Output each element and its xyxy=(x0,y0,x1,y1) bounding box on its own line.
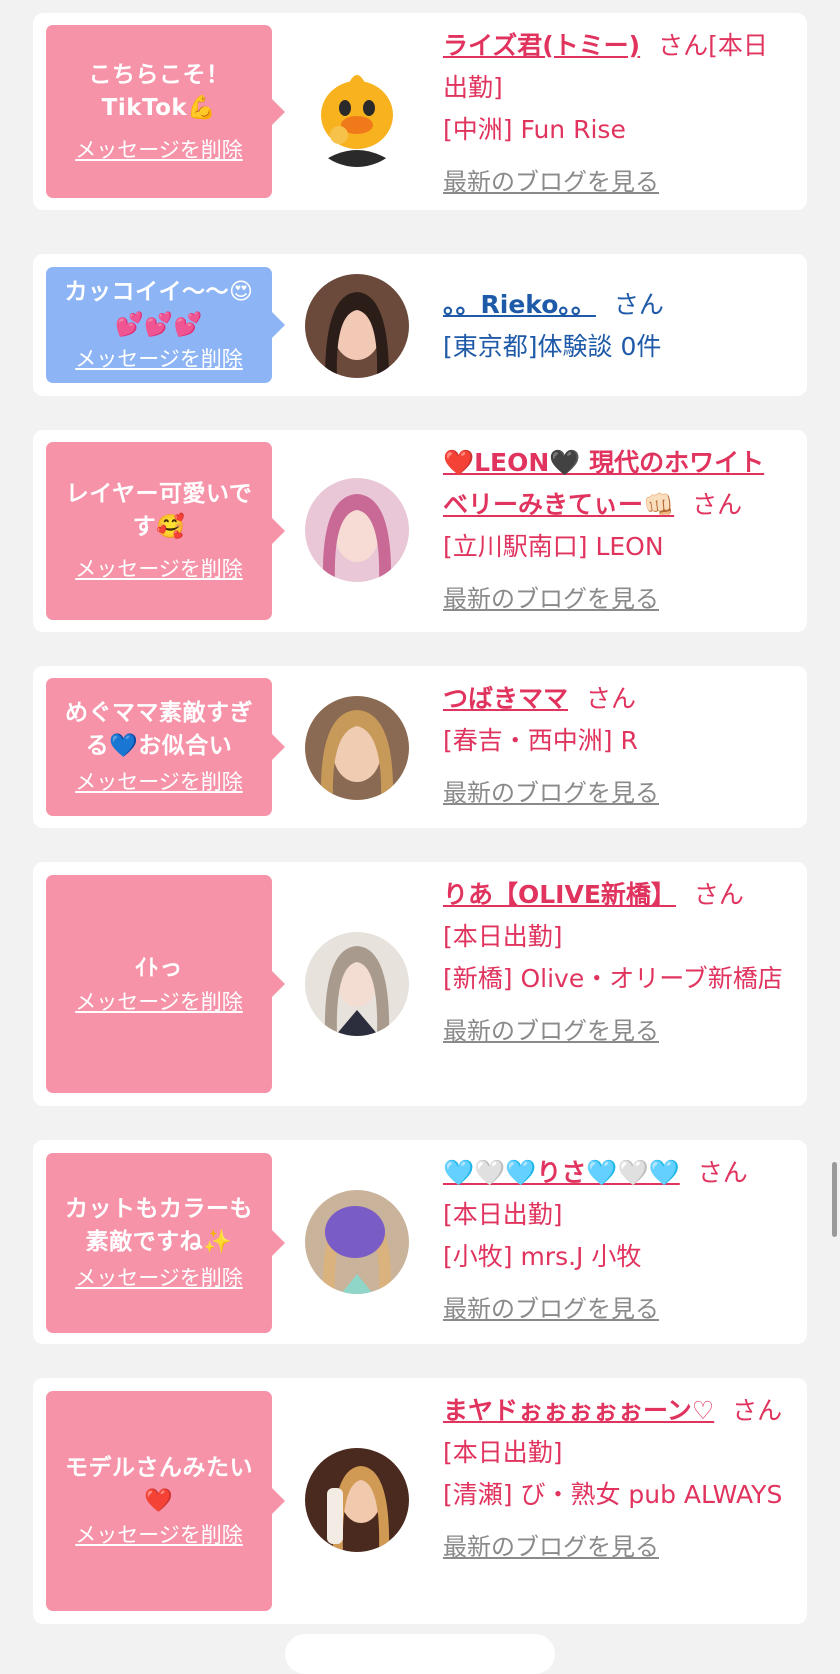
honorific: さん xyxy=(732,1396,783,1425)
user-name-link[interactable]: りあ【OLIVE新橋】 xyxy=(443,880,676,909)
honorific: さん xyxy=(613,290,664,319)
honorific: さん xyxy=(692,490,743,519)
message-bubble: めぐママ素敵すぎる💙お似合い メッセージを削除 xyxy=(46,678,285,816)
latest-blog-link[interactable]: 最新のブログを見る xyxy=(443,161,788,203)
delete-message-link[interactable]: メッセージを削除 xyxy=(75,767,243,797)
user-info: つばきママ さん [春吉・西中洲] R 最新のブログを見る xyxy=(443,678,788,814)
shop-info: [中洲] Fun Rise xyxy=(443,115,626,144)
user-name-link[interactable]: 。。Rieko。。 xyxy=(443,290,596,319)
delete-message-link[interactable]: メッセージを削除 xyxy=(75,135,243,165)
profile-photo-icon xyxy=(305,1448,409,1552)
user-info: りあ【OLIVE新橋】 さん [本日出勤] [新橋] Olive・オリーブ新橋店 … xyxy=(443,874,788,1052)
message-bubble: カットもカラーも素敵ですね✨ メッセージを削除 xyxy=(46,1153,285,1333)
user-info: まヤドぉぉぉぉぉーン♡ さん [本日出勤] [清瀬] び・熟女 pub ALWAYS… xyxy=(443,1390,788,1568)
latest-blog-link[interactable]: 最新のブログを見る xyxy=(443,1010,788,1052)
user-name-link[interactable]: つばきママ xyxy=(443,684,568,713)
shop-status: [本日出勤] xyxy=(443,1200,563,1229)
avatar[interactable] xyxy=(305,478,409,582)
user-info: 🩵🤍🩵りさ🩵🤍🩵 さん [本日出勤] [小牧] mrs.J 小牧 最新のブログを見… xyxy=(443,1152,788,1330)
latest-blog-link[interactable]: 最新のブログを見る xyxy=(443,578,788,620)
honorific: さん xyxy=(697,1158,748,1187)
avatar[interactable] xyxy=(305,1190,409,1294)
message-text: カッコイイ〜〜😍💕💕💕 xyxy=(64,279,254,338)
message-bubble: カッコイイ〜〜😍💕💕💕 メッセージを削除 xyxy=(46,267,285,383)
message-bubble: モデルさんみたい❤️ メッセージを削除 xyxy=(46,1391,285,1611)
profile-photo-icon xyxy=(305,1190,409,1294)
honorific: さん xyxy=(693,880,744,909)
user-name-link[interactable]: 🩵🤍🩵りさ🩵🤍🩵 xyxy=(443,1158,680,1187)
avatar[interactable] xyxy=(305,696,409,800)
latest-blog-link[interactable]: 最新のブログを見る xyxy=(443,772,788,814)
profile-photo-icon xyxy=(305,274,409,378)
profile-photo-icon xyxy=(305,932,409,1036)
message-text: ｲﾄっ xyxy=(135,954,183,981)
user-info: ライズ君(トミー) さん[本日出勤] [中洲] Fun Rise 最新のブログを見… xyxy=(443,25,788,203)
bottom-floating-button[interactable] xyxy=(285,1634,555,1674)
duck-mascot-icon xyxy=(305,63,409,167)
user-info: ❤️LEON🖤 現代のホワイトベリーみきてぃー👊🏻 さん [立川駅南口] LEON… xyxy=(443,442,788,620)
shop-info: [小牧] mrs.J 小牧 xyxy=(443,1242,642,1271)
delete-message-link[interactable]: メッセージを削除 xyxy=(75,344,243,374)
shop-info: [新橋] Olive・オリーブ新橋店 xyxy=(443,964,783,993)
delete-message-link[interactable]: メッセージを削除 xyxy=(75,1263,243,1293)
message-bubble: こちらこそ！TikTok💪 メッセージを削除 xyxy=(46,25,285,198)
avatar[interactable] xyxy=(305,1448,409,1552)
message-text: こちらこそ！TikTok💪 xyxy=(88,61,230,121)
shop-info: [清瀬] び・熟女 pub ALWAYS xyxy=(443,1480,783,1509)
scrollbar[interactable] xyxy=(832,1162,837,1237)
message-card: カットもカラーも素敵ですね✨ メッセージを削除 🩵🤍🩵りさ🩵🤍🩵 さん [本日出勤… xyxy=(33,1140,807,1344)
delete-message-link[interactable]: メッセージを削除 xyxy=(75,987,243,1017)
user-name-link[interactable]: まヤドぉぉぉぉぉーン♡ xyxy=(443,1396,714,1425)
message-bubble: レイヤー可愛いです🥰 メッセージを削除 xyxy=(46,442,285,620)
profile-photo-icon xyxy=(305,696,409,800)
message-text: モデルさんみたい❤️ xyxy=(65,1455,253,1514)
message-card: カッコイイ〜〜😍💕💕💕 メッセージを削除 。。Rieko。。 さん [東京都]体験… xyxy=(33,254,807,396)
message-card: めぐママ素敵すぎる💙お似合い メッセージを削除 つばきママ さん [春吉・西中洲]… xyxy=(33,666,807,828)
message-bubble: ｲﾄっ メッセージを削除 xyxy=(46,875,285,1093)
message-card: レイヤー可愛いです🥰 メッセージを削除 ❤️LEON🖤 現代のホワイトベリーみき… xyxy=(33,430,807,632)
profile-photo-icon xyxy=(305,478,409,582)
shop-info: [春吉・西中洲] R xyxy=(443,726,638,755)
honorific: さん xyxy=(586,684,637,713)
message-text: レイヤー可愛いです🥰 xyxy=(65,481,253,540)
avatar[interactable] xyxy=(305,63,409,167)
shop-info: [東京都]体験談 0件 xyxy=(443,332,662,361)
delete-message-link[interactable]: メッセージを削除 xyxy=(75,1520,243,1550)
message-card: モデルさんみたい❤️ メッセージを削除 まヤドぉぉぉぉぉーン♡ さん [本日出勤] … xyxy=(33,1378,807,1624)
honorific: さん xyxy=(658,31,709,60)
shop-status: [本日出勤] xyxy=(443,922,563,951)
delete-message-link[interactable]: メッセージを削除 xyxy=(75,554,243,584)
message-text: カットもカラーも素敵ですね✨ xyxy=(65,1196,253,1255)
message-card: こちらこそ！TikTok💪 メッセージを削除 ライズ君(トミー) さん[本日出勤]… xyxy=(33,13,807,210)
name-suffix: [本日出勤] xyxy=(443,1438,563,1467)
latest-blog-link[interactable]: 最新のブログを見る xyxy=(443,1288,788,1330)
user-info: 。。Rieko。。 さん [東京都]体験談 0件 xyxy=(443,284,788,368)
avatar[interactable] xyxy=(305,932,409,1036)
user-name-link[interactable]: ライズ君(トミー) xyxy=(443,31,640,60)
shop-info: [立川駅南口] LEON xyxy=(443,532,664,561)
avatar[interactable] xyxy=(305,274,409,378)
message-text: めぐママ素敵すぎる💙お似合い xyxy=(65,700,253,759)
message-card: ｲﾄっ メッセージを削除 りあ【OLIVE新橋】 さん [本日出勤] [新橋] O… xyxy=(33,862,807,1106)
latest-blog-link[interactable]: 最新のブログを見る xyxy=(443,1526,788,1568)
